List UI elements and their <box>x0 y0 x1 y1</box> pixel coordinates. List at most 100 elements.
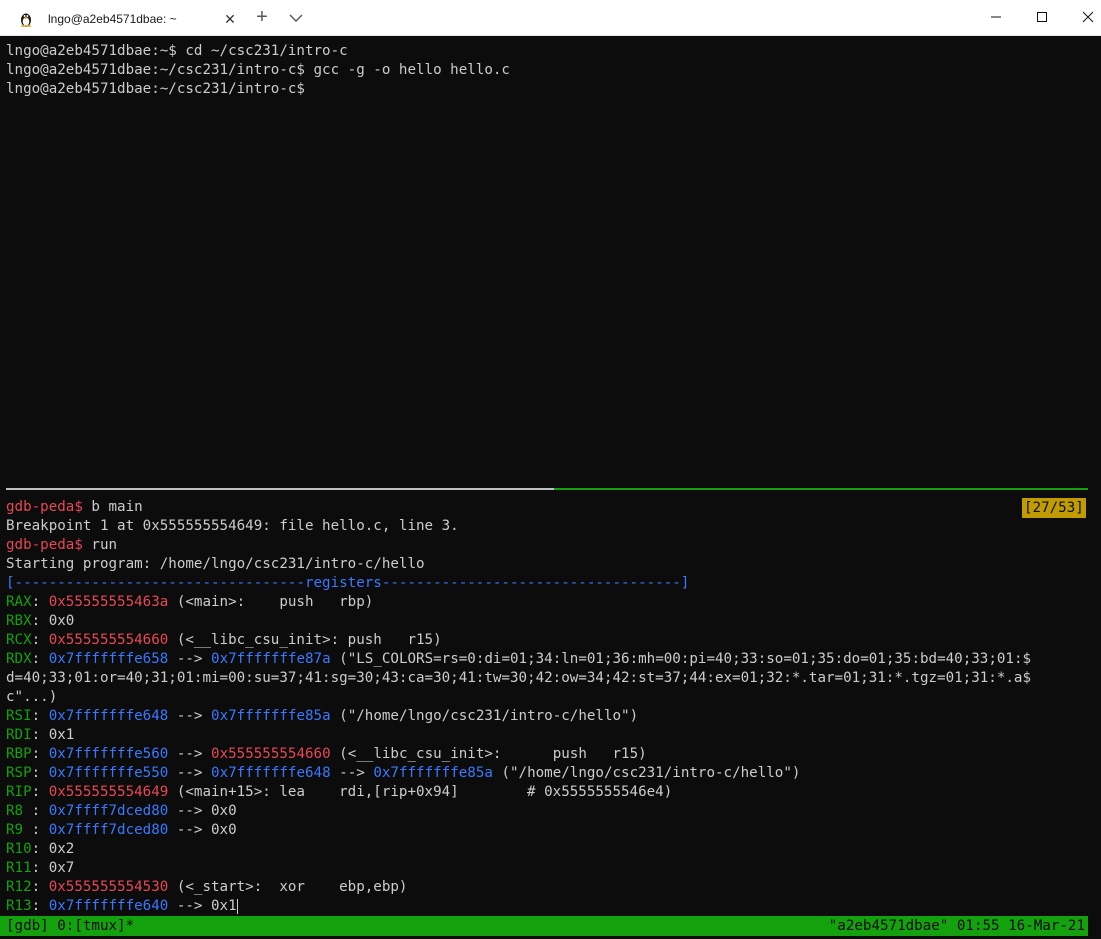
register-detail: (<__libc_csu_init>: push r15) <box>168 632 442 648</box>
minimize-button[interactable] <box>973 0 1019 34</box>
register-detail: (<main+15>: lea rdi,[rip+0x94] # 0x55555… <box>168 784 673 800</box>
register-name: R10 <box>6 841 32 857</box>
shell-line: lngo@a2eb4571dbae:~/csc231/intro-c$ <box>6 81 305 97</box>
tmux-status-bar: [gdb] 0:[tmux]* "a2eb4571dbae" 01:55 16-… <box>0 916 1088 936</box>
tab-title: lngo@a2eb4571dbae: ~ <box>48 12 177 26</box>
maximize-icon <box>1037 12 1047 22</box>
register-name: RBX <box>6 613 32 629</box>
register-value: 0x7fffffffe85a <box>373 765 493 781</box>
register-value: 0x7ffff7dced80 <box>48 803 169 819</box>
register-value: 0x7fffffffe87a <box>211 651 331 667</box>
gdb-command: b main <box>82 499 143 515</box>
title-bar: lngo@a2eb4571dbae: ~ ✕ + <box>0 0 1101 36</box>
register-detail: (<_start>: xor ebp,ebp) <box>168 879 408 895</box>
close-window-button[interactable] <box>1065 0 1101 34</box>
register-r13: R13: 0x7fffffffe640 --> 0x1 <box>6 898 238 914</box>
terminal-tab[interactable]: lngo@a2eb4571dbae: ~ ✕ <box>6 3 244 35</box>
scroll-position-indicator: [27/53] <box>1022 498 1086 518</box>
register-detail: 0x7 <box>40 860 75 876</box>
tmux-window-list[interactable]: [gdb] 0:[tmux]* <box>6 916 134 936</box>
register-value: 0x555555554530 <box>48 879 169 895</box>
pane-divider-active[interactable] <box>554 488 1088 490</box>
register-rdx-wrap: d=40;33;01:or=40;31;01:mi=00:su=37;41:sg… <box>6 670 1031 686</box>
register-value: 0x7fffffffe640 <box>48 898 169 914</box>
register-name: RSP <box>6 765 32 781</box>
register-value: 0x555555554649 <box>48 784 169 800</box>
gdb-command-line: gdb-peda$ b main <box>6 498 143 517</box>
pointer-arrow: --> <box>168 651 212 667</box>
register-detail: 0x0 <box>40 613 75 629</box>
gdb-prompt: gdb-peda$ <box>6 537 83 553</box>
register-name: RIP <box>6 784 32 800</box>
register-r10: R10: 0x2 <box>6 841 75 857</box>
new-tab-button[interactable]: + <box>252 7 272 27</box>
tab-close-icon[interactable]: ✕ <box>222 11 238 27</box>
minimize-icon <box>991 16 1001 18</box>
register-name: RSI <box>6 708 32 724</box>
register-name: R11 <box>6 860 32 876</box>
register-rip: RIP: 0x555555554649 (<main+15>: lea rdi,… <box>6 784 673 800</box>
linux-penguin-icon <box>20 13 32 27</box>
shell-line: lngo@a2eb4571dbae:~$ cd ~/csc231/intro-c <box>6 43 348 59</box>
shell-line: lngo@a2eb4571dbae:~/csc231/intro-c$ gcc … <box>6 62 510 78</box>
register-name: RBP <box>6 746 32 762</box>
gdb-command-line: gdb-peda$ run <box>6 536 117 555</box>
register-rdx: RDX: 0x7fffffffe658 --> 0x7fffffffe87a (… <box>6 651 1032 667</box>
register-rbx: RBX: 0x0 <box>6 613 75 629</box>
register-r12: R12: 0x555555554530 (<_start>: xor ebp,e… <box>6 879 408 895</box>
pointer-arrow: --> <box>330 765 374 781</box>
maximize-button[interactable] <box>1019 0 1065 34</box>
register-rdx-wrap: c"...) <box>6 689 58 705</box>
register-value: 0x55555555463a <box>48 594 169 610</box>
starting-program-message: Starting program: /home/lngo/csc231/intr… <box>6 556 425 572</box>
tmux-host-clock: "a2eb4571dbae" 01:55 16-Mar-21 <box>828 918 1085 934</box>
register-name: RCX <box>6 632 32 648</box>
register-rsi: RSI: 0x7fffffffe648 --> 0x7fffffffe85a (… <box>6 708 639 724</box>
register-name: RDI <box>6 727 32 743</box>
register-name: R9 <box>6 822 32 838</box>
register-value: 0x7fffffffe648 <box>48 708 169 724</box>
register-detail: --> 0x0 <box>168 803 237 819</box>
pointer-arrow: --> <box>168 746 212 762</box>
pane-divider[interactable] <box>6 488 554 490</box>
register-value: 0x555555554660 <box>211 746 331 762</box>
register-name: R12 <box>6 879 32 895</box>
register-detail: (<main>: push rbp) <box>168 594 374 610</box>
pointer-arrow: --> <box>168 708 212 724</box>
registers-header: [----------------------------------regis… <box>6 575 690 591</box>
register-value: 0x7fffffffe658 <box>48 651 169 667</box>
register-r11: R11: 0x7 <box>6 860 75 876</box>
register-detail: (<__libc_csu_init>: push r15) <box>330 746 647 762</box>
register-detail: --> 0x1 <box>168 898 237 914</box>
register-detail: --> 0x0 <box>168 822 237 838</box>
register-detail: ("/home/lngo/csc231/intro-c/hello") <box>330 708 639 724</box>
register-value: 0x555555554660 <box>48 632 169 648</box>
register-rax: RAX: 0x55555555463a (<main>: push rbp) <box>6 594 374 610</box>
register-detail: ("/home/lngo/csc231/intro-c/hello") <box>492 765 801 781</box>
register-rbp: RBP: 0x7fffffffe560 --> 0x555555554660 (… <box>6 746 647 762</box>
pointer-arrow: --> <box>168 765 212 781</box>
register-value: 0x7fffffffe560 <box>48 746 169 762</box>
register-r8: R8 : 0x7ffff7dced80 --> 0x0 <box>6 803 237 819</box>
breakpoint-message: Breakpoint 1 at 0x555555554649: file hel… <box>6 518 459 534</box>
register-detail: 0x1 <box>40 727 75 743</box>
register-value: 0x7fffffffe550 <box>48 765 169 781</box>
chevron-down-icon[interactable] <box>286 9 306 27</box>
register-rsp: RSP: 0x7fffffffe550 --> 0x7fffffffe648 -… <box>6 765 801 781</box>
register-value: 0x7fffffffe85a <box>211 708 331 724</box>
close-icon <box>1082 11 1094 23</box>
register-name: RAX <box>6 594 32 610</box>
register-detail: ("LS_COLORS=rs=0:di=01;34:ln=01;36:mh=00… <box>330 651 1032 667</box>
gdb-command: run <box>82 537 118 553</box>
gdb-prompt: gdb-peda$ <box>6 499 83 515</box>
text-cursor <box>236 898 238 914</box>
register-rdi: RDI: 0x1 <box>6 727 75 743</box>
register-name: R8 <box>6 803 32 819</box>
register-name: RDX <box>6 651 32 667</box>
register-detail: 0x2 <box>40 841 75 857</box>
register-value: 0x7ffff7dced80 <box>48 822 169 838</box>
register-value: 0x7fffffffe648 <box>211 765 331 781</box>
register-r9: R9 : 0x7ffff7dced80 --> 0x0 <box>6 822 237 838</box>
register-name: R13 <box>6 898 32 914</box>
register-rcx: RCX: 0x555555554660 (<__libc_csu_init>: … <box>6 632 442 648</box>
